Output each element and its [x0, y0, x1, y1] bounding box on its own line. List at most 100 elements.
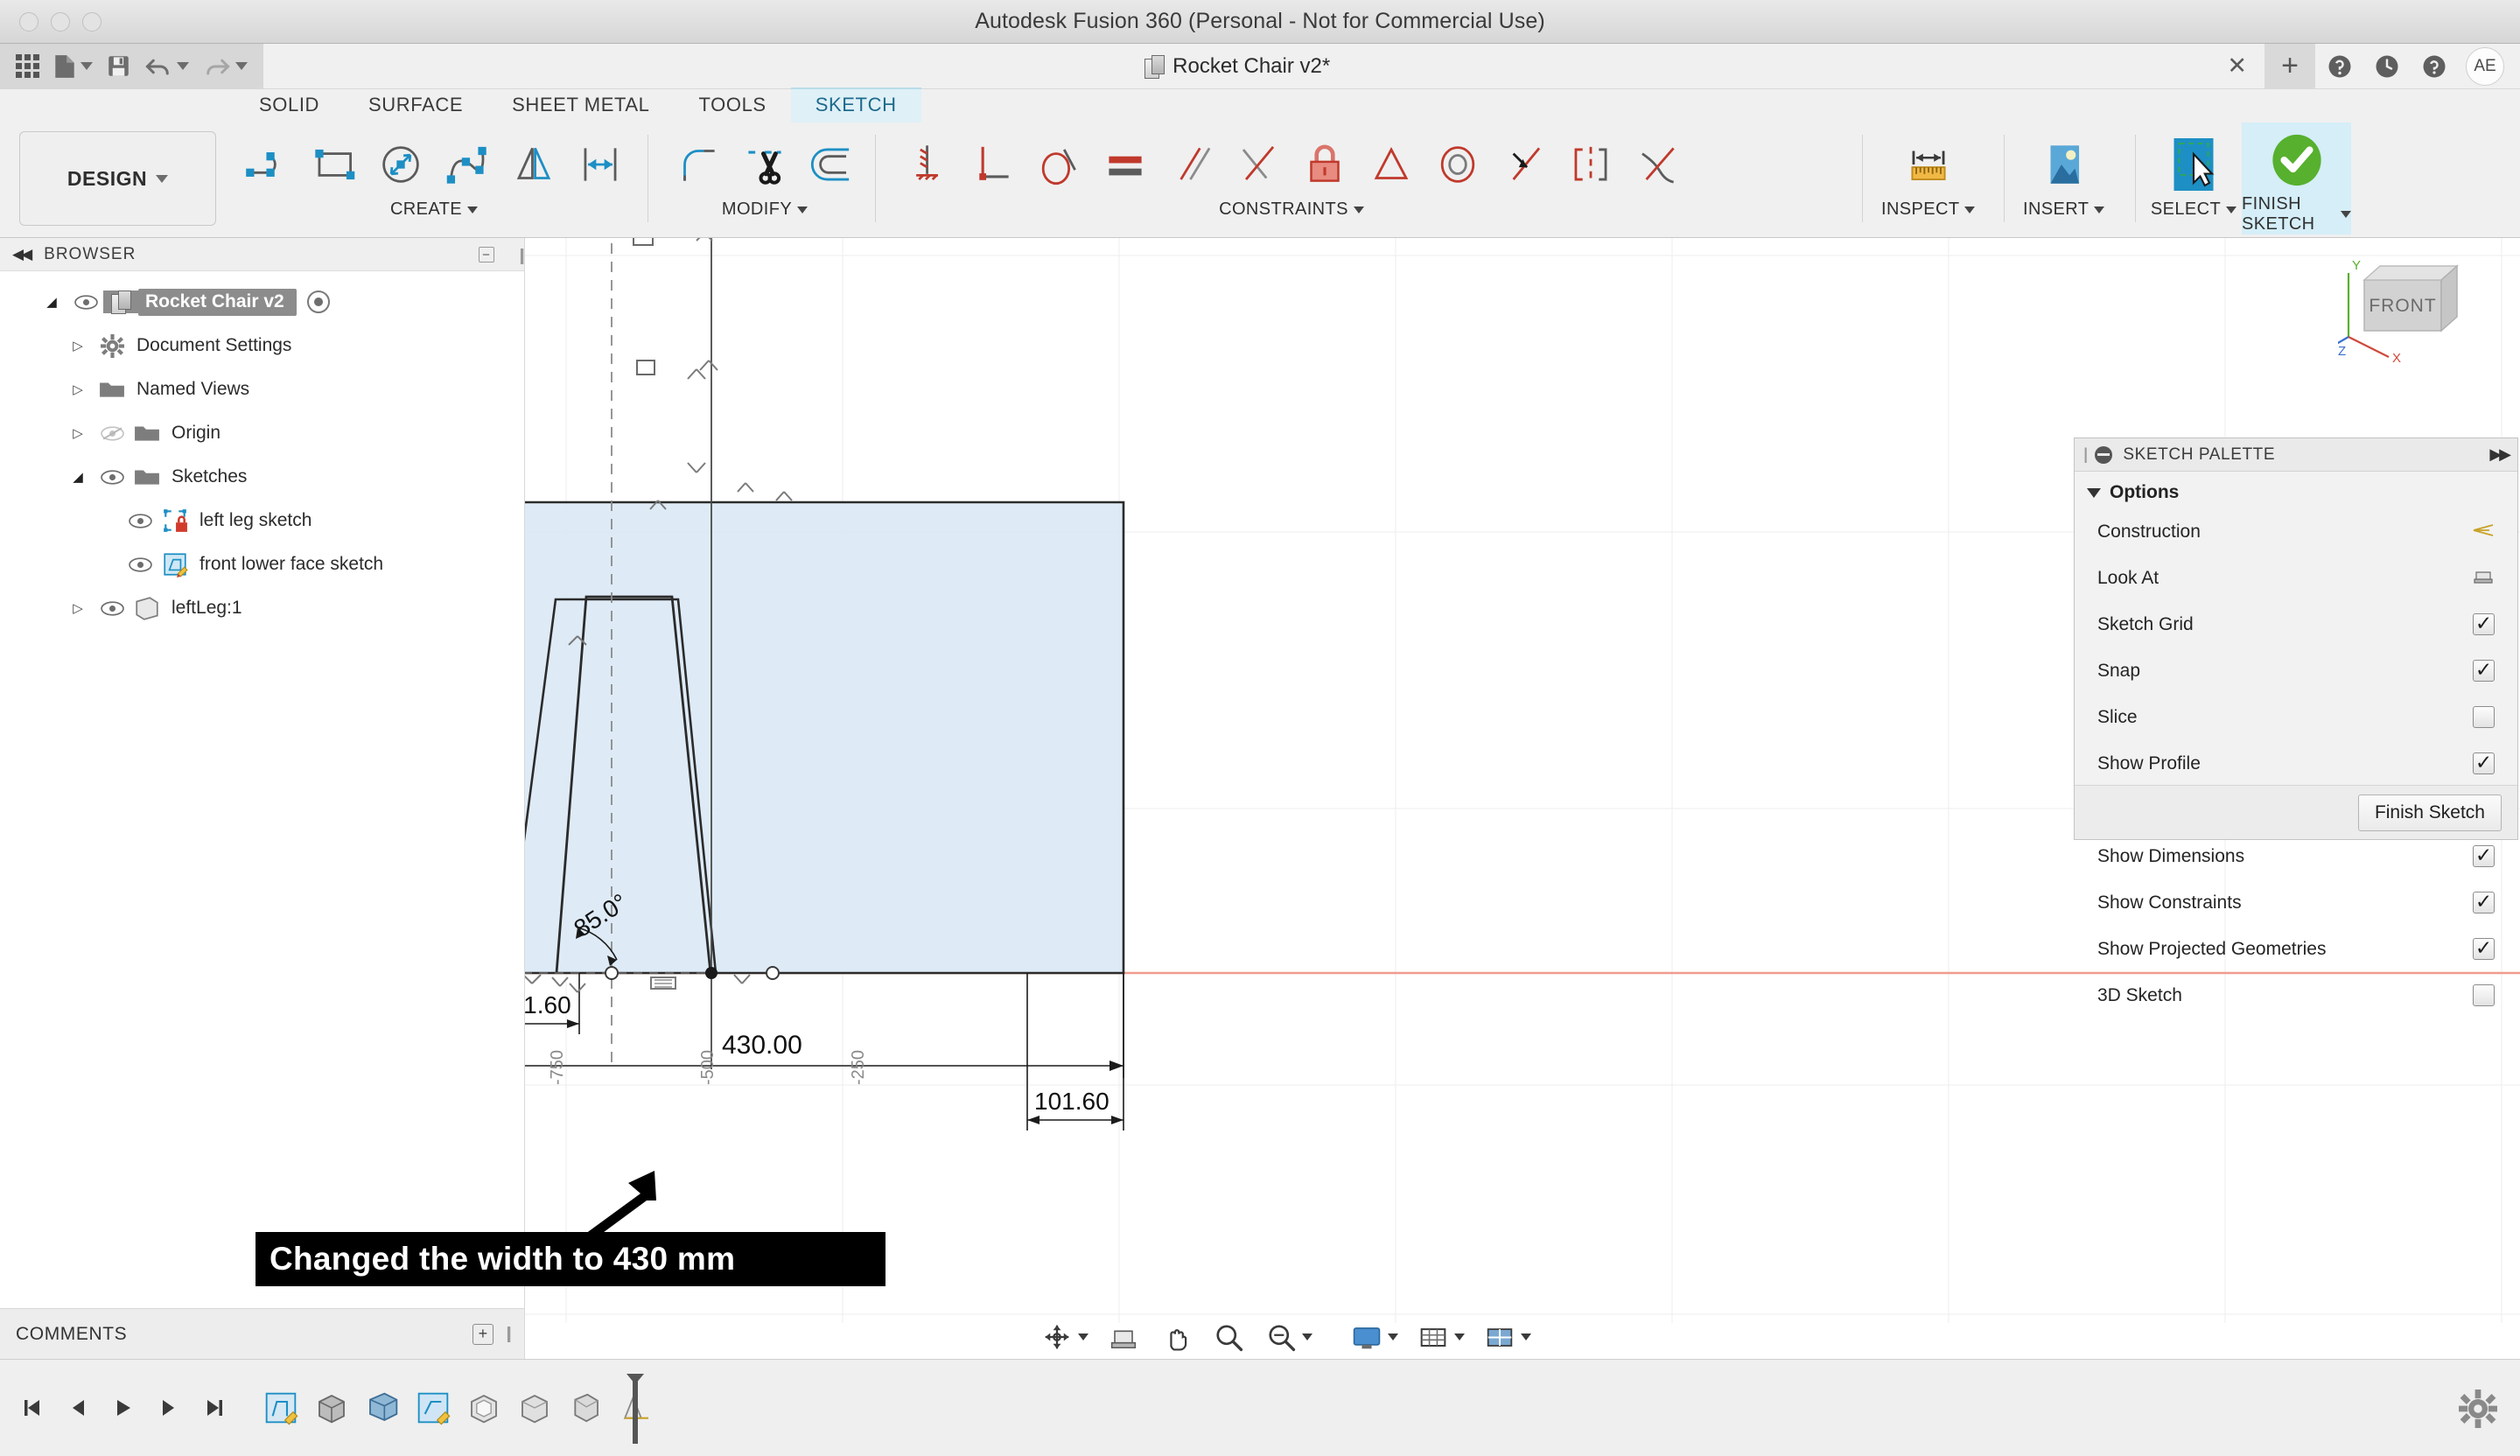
- sketch-grid-checkbox[interactable]: [2473, 613, 2495, 635]
- expand-arrow-icon[interactable]: ▷: [61, 425, 94, 441]
- midpoint-constraint-button[interactable]: [1225, 128, 1292, 201]
- 3d-sketch-checkbox[interactable]: [2473, 984, 2495, 1006]
- tab-sheet-metal[interactable]: SHEET METAL: [487, 89, 674, 122]
- palette-pin-icon[interactable]: [2095, 445, 2113, 464]
- select-tool-button[interactable]: SELECT: [2146, 126, 2242, 234]
- help-icon[interactable]: [2412, 44, 2457, 89]
- ribbon-group-create-label[interactable]: CREATE: [390, 200, 479, 220]
- tree-item-rocket-chair-v2[interactable]: ◢ Rocket Chair v2: [0, 280, 524, 324]
- fillet-tool-button[interactable]: [665, 128, 732, 201]
- slice-checkbox[interactable]: [2473, 706, 2495, 728]
- timeline-marker[interactable]: [626, 1374, 644, 1444]
- concentric-constraint-button[interactable]: [1424, 128, 1491, 201]
- skip-to-start-button[interactable]: [18, 1393, 47, 1423]
- timeline-feature-shell[interactable]: [464, 1388, 504, 1428]
- show-constraints-checkbox[interactable]: [2473, 892, 2495, 914]
- redo-button[interactable]: [203, 54, 248, 79]
- finish-sketch-label-row[interactable]: FINISH SKETCH: [2242, 194, 2351, 234]
- close-tab-button[interactable]: ✕: [2211, 52, 2263, 80]
- tree-item-named-views[interactable]: ▷ Named Views: [0, 368, 524, 411]
- tree-item-left-leg-body[interactable]: ▷ leftLeg:1: [0, 586, 524, 630]
- step-back-button[interactable]: [63, 1393, 93, 1423]
- trim-tool-button[interactable]: [732, 128, 798, 201]
- palette-expand-icon[interactable]: ▶▶: [2489, 445, 2511, 464]
- coincident-constraint-button[interactable]: [1358, 128, 1424, 201]
- tree-item-origin[interactable]: ▷ Origin: [0, 411, 524, 455]
- palette-row-slice[interactable]: Slice: [2075, 694, 2517, 740]
- display-settings-button[interactable]: [1342, 1314, 1405, 1360]
- timeline-feature-sketch-2[interactable]: [413, 1388, 453, 1428]
- tab-solid[interactable]: SOLID: [234, 89, 344, 122]
- pan-button[interactable]: [1152, 1314, 1200, 1360]
- comments-bar[interactable]: COMMENTS + |||: [0, 1308, 525, 1359]
- activate-component-radio[interactable]: [306, 290, 330, 313]
- ribbon-group-constraints-label[interactable]: CONSTRAINTS: [1219, 200, 1364, 220]
- tree-item-front-lower-face-sketch[interactable]: front lower face sketch: [0, 542, 524, 586]
- palette-row-show-projected-geometries[interactable]: Show Projected Geometries: [2075, 926, 2517, 972]
- recent-activity-icon[interactable]: [2364, 44, 2410, 89]
- ribbon-group-insert-label[interactable]: INSERT: [2023, 200, 2105, 220]
- visibility-off-eye-icon[interactable]: [94, 425, 130, 441]
- palette-row-sketch-grid[interactable]: Sketch Grid: [2075, 601, 2517, 648]
- new-tab-button[interactable]: +: [2264, 43, 2315, 89]
- finish-sketch-palette-button[interactable]: Finish Sketch: [2357, 794, 2502, 831]
- comments-resize-grip[interactable]: |||: [506, 1325, 512, 1344]
- visibility-eye-icon[interactable]: [122, 513, 158, 528]
- equal-constraint-button[interactable]: [1092, 128, 1158, 201]
- fix-unfix-constraint-button[interactable]: [1292, 128, 1358, 201]
- timeline-feature-chamfer[interactable]: [565, 1388, 606, 1428]
- expand-arrow-icon[interactable]: ▷: [61, 382, 94, 397]
- perpendicular-constraint-button[interactable]: [959, 128, 1026, 201]
- expand-arrow-icon[interactable]: ◢: [35, 294, 68, 310]
- spline-tool-button[interactable]: [434, 128, 500, 201]
- tab-sketch[interactable]: SKETCH: [790, 88, 921, 122]
- construction-icon[interactable]: [2472, 522, 2495, 542]
- viewport-layout-button[interactable]: [1475, 1314, 1538, 1360]
- show-dimensions-checkbox[interactable]: [2473, 845, 2495, 867]
- browser-resize-grip[interactable]: |||: [519, 247, 525, 266]
- palette-row-snap[interactable]: Snap: [2075, 648, 2517, 694]
- timeline-feature-extrude-2[interactable]: [362, 1388, 402, 1428]
- save-button[interactable]: [107, 54, 130, 78]
- tree-item-left-leg-sketch[interactable]: left leg sketch: [0, 499, 524, 542]
- select-label-row[interactable]: SELECT: [2151, 200, 2237, 220]
- show-projected-geometries-checkbox[interactable]: [2473, 938, 2495, 960]
- orbit-button[interactable]: [1032, 1314, 1096, 1360]
- zoom-window-button[interactable]: [1256, 1314, 1320, 1360]
- visibility-eye-icon[interactable]: [68, 294, 103, 310]
- timeline-feature-fillet[interactable]: [514, 1388, 555, 1428]
- finish-sketch-button[interactable]: FINISH SKETCH: [2242, 122, 2351, 234]
- view-cube[interactable]: FRONT Y X Z: [2325, 254, 2478, 376]
- ribbon-group-inspect-label[interactable]: INSPECT: [1881, 200, 1976, 220]
- tab-surface[interactable]: SURFACE: [344, 89, 487, 122]
- collinear-constraint-button[interactable]: [1491, 128, 1558, 201]
- palette-row-show-profile[interactable]: Show Profile: [2075, 740, 2517, 787]
- visibility-eye-icon[interactable]: [94, 469, 130, 485]
- zoom-button[interactable]: [1204, 1314, 1253, 1360]
- snap-checkbox[interactable]: [2473, 660, 2495, 682]
- parallel-constraint-button[interactable]: [1158, 128, 1225, 201]
- insert-image-button[interactable]: [2031, 128, 2097, 201]
- palette-row-show-constraints[interactable]: Show Constraints: [2075, 879, 2517, 926]
- expand-arrow-icon[interactable]: ▷: [61, 600, 94, 616]
- show-profile-checkbox[interactable]: [2473, 752, 2495, 774]
- user-avatar[interactable]: AE: [2466, 46, 2504, 86]
- collapse-panel-icon[interactable]: ◀◀: [12, 246, 32, 263]
- tree-item-sketches[interactable]: ◢ Sketches: [0, 455, 524, 499]
- visibility-eye-icon[interactable]: [122, 556, 158, 572]
- rectangle-tool-button[interactable]: [301, 128, 368, 201]
- palette-row-construction[interactable]: Construction: [2075, 508, 2517, 555]
- play-button[interactable]: [108, 1393, 138, 1423]
- visibility-eye-icon[interactable]: [94, 600, 130, 616]
- undo-button[interactable]: [144, 54, 189, 79]
- curvature-constraint-button[interactable]: [1624, 128, 1690, 201]
- new-file-button[interactable]: [53, 53, 93, 80]
- circle-tool-button[interactable]: [368, 128, 434, 201]
- tangent-constraint-button[interactable]: [1026, 128, 1092, 201]
- timeline-feature-sketch[interactable]: [261, 1388, 301, 1428]
- look-at-icon[interactable]: [2472, 567, 2495, 590]
- horizontal-vertical-constraint-button[interactable]: [892, 128, 959, 201]
- inspect-measure-button[interactable]: [1895, 128, 1962, 201]
- grid-snaps-button[interactable]: [1409, 1314, 1472, 1360]
- mirror-tool-button[interactable]: [500, 128, 567, 201]
